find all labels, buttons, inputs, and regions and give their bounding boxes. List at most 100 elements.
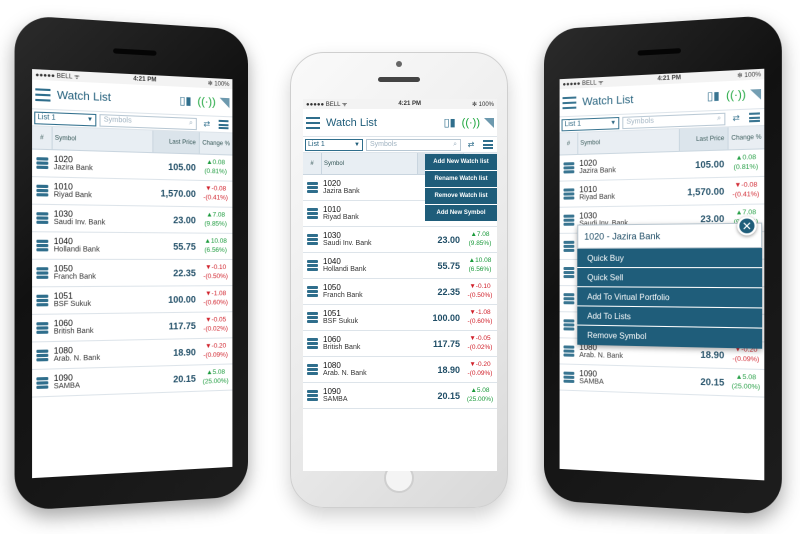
table-row[interactable]: 1040Hollandi Bank55.75▲10.08(6.56%) [303,253,497,279]
list-view-button[interactable] [481,139,495,151]
symbol-name: Arab. N. Bank [53,354,101,364]
change-value: ▼-0.10 [205,264,227,272]
table-row[interactable]: 1050Franch Bank22.35▼-0.10-(0.50%) [32,259,233,288]
stage: ●●●●● BELL ᯤ 4:21 PM ✻ 100% Watch List ▯… [0,0,800,534]
row-icon-cell [32,322,52,334]
menu-item-add-symbol[interactable]: Add New Symbol [425,205,497,222]
row-icon-cell [32,294,52,307]
menu-item-remove-watchlist[interactable]: Remove Watch list [425,188,497,205]
watchlist-select[interactable]: List 1 ▼ [305,138,363,151]
table-row[interactable]: 1040Hollandi Bank55.75▲10.08(6.56%) [32,232,233,260]
menu-item-rename-watchlist[interactable]: Rename Watch list [425,171,497,188]
change-cell: ▼-0.05-(0.02%) [199,317,233,334]
col-symbol[interactable]: Symbol [51,126,153,153]
app-header: Watch List ▯▮ ((·)) [303,109,497,137]
symbol-code: 1020 [323,178,341,188]
symbol-name: BSF Sukuk [53,300,92,309]
quick-buy-button[interactable]: Quick Buy [577,248,763,269]
symbol-cell: 1051BSF Sukuk [321,309,417,326]
row-icon-cell [32,349,52,362]
symbol-code: 1060 [323,334,341,344]
stack-icon [306,312,318,323]
symbol-search-input[interactable]: Symbols ⌕ [99,113,197,130]
last-price: 117.75 [432,338,460,349]
menu-icon[interactable] [35,87,51,102]
menu-icon[interactable] [306,116,320,129]
symbol-name: SAMBA [53,382,80,391]
table-row[interactable]: 1090 SAMBA 20.15 ▲5.08 (25.00%) [32,364,233,398]
signal-tower-icon[interactable]: ((·)) [197,95,215,108]
stack-icon [306,364,318,375]
change-percent: -(0.02%) [203,324,228,333]
symbol-cell: 1030Saudi Inv. Bank [52,209,153,228]
refresh-button[interactable]: ⇄ [464,139,478,151]
phone-tablet-icon[interactable]: ▯▮ [444,116,456,129]
last-price: 18.90 [173,346,196,358]
add-to-virtual-portfolio-button[interactable]: Add To Virtual Portfolio [577,287,763,309]
change-value: ▲10.08 [468,257,492,265]
stack-icon [35,376,48,389]
table-row[interactable]: 1050Franch Bank22.35▼-0.10-(0.50%) [303,279,497,305]
status-time: 4:21 PM [133,76,157,84]
row-icon-cell [32,239,52,252]
table-row[interactable]: 1030Saudi Inv. Bank23.00▲7.08(9.85%) [32,204,233,234]
change-percent: (6.56%) [468,265,492,273]
page-title: Watch List [326,116,377,129]
status-carrier: ●●●●● BELL ᯤ [306,102,348,108]
camera [396,61,402,67]
change-cell: ▼-0.08-(0.41%) [199,185,233,202]
phone-tablet-icon[interactable]: ▯▮ [179,94,191,108]
refresh-button[interactable]: ⇄ [200,118,214,131]
symbol-cell: 1050Franch Bank [321,283,417,300]
symbol-cell: 1080 Arab. N. Bank [52,344,153,364]
change-cell: ▼-0.05-(0.02%) [463,335,497,351]
stack-icon [35,239,48,252]
last-price: 22.35 [437,286,460,297]
row-icon-cell [32,376,52,389]
status-time: 4:21 PM [398,101,422,107]
change-cell: ▲10.08(6.56%) [463,257,497,273]
table-row[interactable]: 1080 Arab. N. Bank 18.90 ▼-0.20 -(0.09%) [303,357,497,383]
row-icon-cell [32,212,52,224]
menu-item-add-watchlist[interactable]: Add New Watch list [425,154,497,171]
list-view-button[interactable] [217,118,231,131]
change-cell: ▲0.08(0.81%) [199,159,233,176]
symbol-code: 1040 [53,236,73,247]
speaker [637,48,681,56]
table-row[interactable]: 1051BSF Sukuk100.00▼-1.08-(0.60%) [303,305,497,331]
row-icon-cell [303,260,321,271]
change-percent: -(0.50%) [467,291,493,299]
symbol-name: SAMBA [323,396,348,404]
table-row[interactable]: 1010Riyad Bank 1,570.00▼-0.08-(0.41%) [32,177,233,208]
col-last-price[interactable]: Last Price [152,130,199,154]
phone-right: ●●●●● BELL ᯤ 4:21 PM ✻ 100% Watch List ▯… [544,14,782,516]
change-percent: -(0.09%) [203,350,228,359]
chevron-down-icon: ▼ [354,141,360,148]
remove-symbol-button[interactable]: Remove Symbol [577,326,762,349]
popup-header: 1020 - Jazira Bank ✕ [577,216,763,249]
symbol-name: Saudi Inv. Bank [323,240,372,248]
last-price: 22.35 [173,267,196,278]
signal-tower-icon[interactable]: ((·)) [462,117,480,129]
symbol-name: BSF Sukuk [323,318,359,326]
table-row[interactable]: 1090 SAMBA 20.15 ▲5.08 (25.00%) [303,383,497,409]
symbol-cell: 1060British Bank [321,335,417,352]
change-value: ▼-0.20 [469,361,491,369]
table-row[interactable]: 1020Jazira Bank 105.00▲0.08(0.81%) [32,149,233,182]
symbol-code: 1030 [323,230,341,240]
symbol-code: 1090 [323,386,341,396]
close-icon[interactable]: ✕ [737,216,757,236]
screen-left: ●●●●● BELL ᯤ 4:21 PM ✻ 100% Watch List ▯… [32,69,233,479]
change-percent: -(0.60%) [467,317,493,325]
quick-sell-button[interactable]: Quick Sell [577,268,763,289]
symbol-search-input[interactable]: Symbols ⌕ [366,138,461,151]
watchlist-select[interactable]: List 1 ▼ [34,111,97,126]
last-price: 117.75 [168,320,196,331]
table-row[interactable]: 1060British Bank 117.75▼-0.05-(0.02%) [303,331,497,357]
last-price: 20.15 [437,390,460,401]
corner-decoration [219,97,230,108]
table-row[interactable]: 1051BSF Sukuk100.00▼-1.08-(0.60%) [32,286,233,315]
table-row[interactable]: 1030Saudi Inv. Bank23.00▲7.08(9.85%) [303,227,497,253]
col-symbol[interactable]: Symbol [321,153,417,174]
col-change[interactable]: Change % [198,132,233,155]
